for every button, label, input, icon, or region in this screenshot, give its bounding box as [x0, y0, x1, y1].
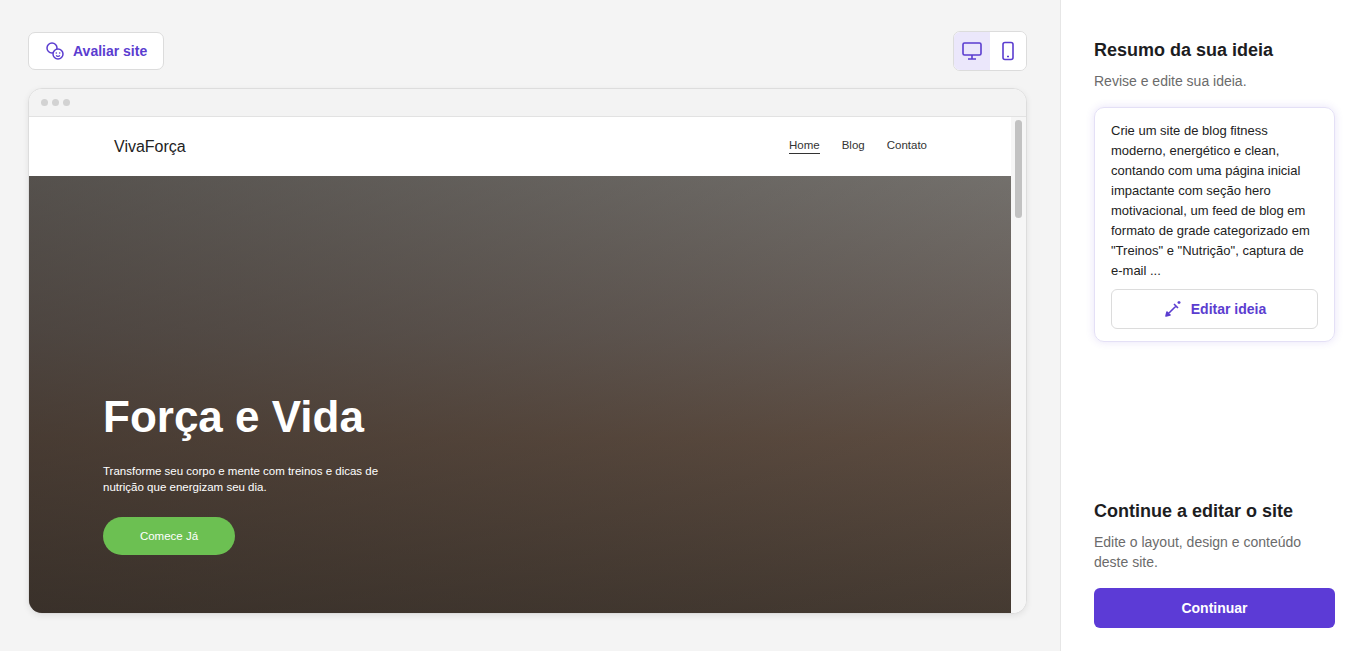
browser-bar [29, 89, 1026, 117]
device-toggle [953, 31, 1027, 71]
nav-link[interactable]: Home [789, 139, 820, 154]
site-header: VivaForça Home Blog Contato [29, 117, 1011, 176]
scrollbar-thumb[interactable] [1015, 120, 1022, 218]
preview-area: Avaliar site VivaForça Home Blog Contato F… [0, 0, 1060, 651]
device-button[interactable] [990, 32, 1026, 70]
sidebar: Resumo da sua ideia Revise e edite sua i… [1060, 0, 1354, 651]
hero-subtitle: Transforme seu corpo e mente com treinos… [103, 463, 413, 495]
device-button[interactable] [954, 32, 990, 70]
idea-card: Crie um site de blog fitness moderno, en… [1094, 107, 1335, 342]
site-page: VivaForça Home Blog Contato Força e Vida T… [29, 117, 1011, 613]
magic-pencil-icon [1163, 299, 1183, 319]
app: Avaliar site VivaForça Home Blog Contato F… [0, 0, 1354, 651]
mobile-icon [1001, 41, 1015, 61]
nav-link[interactable]: Blog [842, 139, 865, 154]
edit-idea-button[interactable]: Editar ideia [1111, 289, 1318, 329]
site-logo[interactable]: VivaForça [114, 138, 186, 156]
scrollbar[interactable] [1011, 117, 1026, 613]
continue-title: Continue a editar o site [1094, 501, 1335, 522]
hero-title: Força e Vida [103, 393, 1011, 441]
desktop-icon [961, 41, 983, 61]
nav-link[interactable]: Contato [887, 139, 927, 154]
site-viewport: VivaForça Home Blog Contato Força e Vida T… [29, 117, 1026, 613]
rate-site-button[interactable]: Avaliar site [28, 32, 164, 70]
feedback-faces-icon [45, 41, 65, 61]
window-dot [63, 99, 70, 106]
window-dot [52, 99, 59, 106]
continue-description: Edite o layout, design e conteúdo deste … [1094, 532, 1335, 572]
continue-button[interactable]: Continuar [1094, 588, 1335, 628]
site-nav: Home Blog Contato [789, 139, 927, 154]
hero-section: Força e Vida Transforme seu corpo e ment… [29, 176, 1011, 613]
idea-text: Crie um site de blog fitness moderno, en… [1111, 121, 1318, 281]
hero-button[interactable]: Comece Já [103, 517, 235, 555]
summary-subtitle: Revise e edite sua ideia. [1094, 71, 1335, 91]
window-dot [41, 99, 48, 106]
summary-title: Resumo da sua ideia [1094, 40, 1335, 61]
browser-frame: VivaForça Home Blog Contato Força e Vida T… [28, 88, 1027, 614]
toolbar: Avaliar site [28, 31, 1027, 71]
